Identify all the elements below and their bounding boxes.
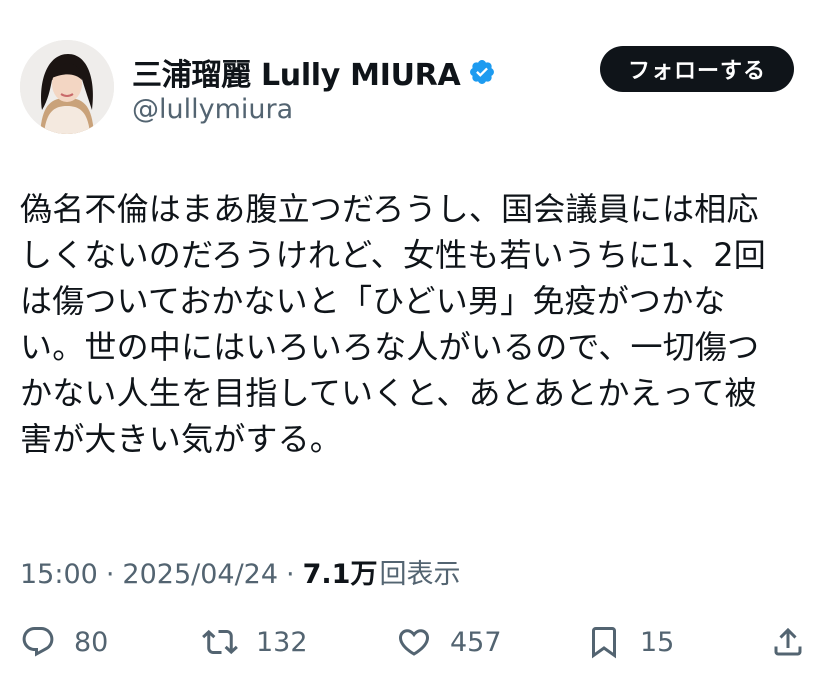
retweet-button[interactable]: 132 [202, 616, 308, 668]
reply-button[interactable]: 80 [20, 616, 108, 668]
heart-icon [396, 624, 432, 660]
author-name[interactable]: 三浦瑠麗 Lully MIURA [132, 50, 461, 94]
tweet-time[interactable]: 15:00 [20, 559, 98, 590]
separator: · [286, 559, 295, 590]
reply-count: 80 [74, 626, 109, 658]
bookmark-button[interactable]: 15 [586, 616, 674, 668]
separator: · [105, 559, 115, 590]
tweet-header: 三浦瑠麗 Lully MIURA @lullymiura フォローする [20, 40, 810, 136]
retweet-count: 132 [256, 626, 308, 658]
retweet-icon [202, 624, 238, 660]
author-name-row: 三浦瑠麗 Lully MIURA [132, 50, 496, 94]
tweet-text-line: 偽名不倫はまあ腹立つだろうし、国会議員には相応 [20, 190, 759, 228]
share-button[interactable] [770, 616, 806, 668]
tweet-text-line: い。世の中にはいろいろな人がいるので、一切傷つ [20, 328, 760, 366]
author-handle[interactable]: @lullymiura [132, 94, 293, 125]
tweet-text-line: かない人生を目指していくと、あとあとかえって被 [20, 374, 757, 412]
reply-icon [20, 624, 56, 660]
avatar[interactable] [20, 40, 114, 134]
tweet-date[interactable]: 2025/04/24 [122, 559, 278, 590]
follow-button[interactable]: フォローする [600, 46, 794, 92]
bookmark-count: 15 [640, 626, 675, 658]
tweet-metadata: 15:00 · 2025/04/24 · 7.1万 回表示 [20, 552, 460, 591]
like-button[interactable]: 457 [396, 616, 502, 668]
action-bar: 80 132 457 15 [20, 616, 810, 668]
tweet-text-line: しくないのだろうけれど、女性も若いうちに1、2回 [20, 236, 767, 274]
like-count: 457 [450, 626, 502, 658]
share-icon [770, 624, 806, 660]
bookmark-icon [586, 624, 622, 660]
view-label: 回表示 [379, 559, 461, 590]
verified-badge-icon [468, 58, 496, 86]
tweet-text-line: 害が大きい気がする。 [20, 420, 343, 458]
tweet-text: 偽名不倫はまあ腹立つだろうし、国会議員には相応 しくないのだろうけれど、女性も若… [20, 186, 810, 462]
view-count: 7.1万 [302, 559, 378, 590]
tweet-text-line: は傷ついておかないと「ひどい男」免疫がつかな [20, 282, 726, 320]
avatar-image [20, 40, 114, 134]
